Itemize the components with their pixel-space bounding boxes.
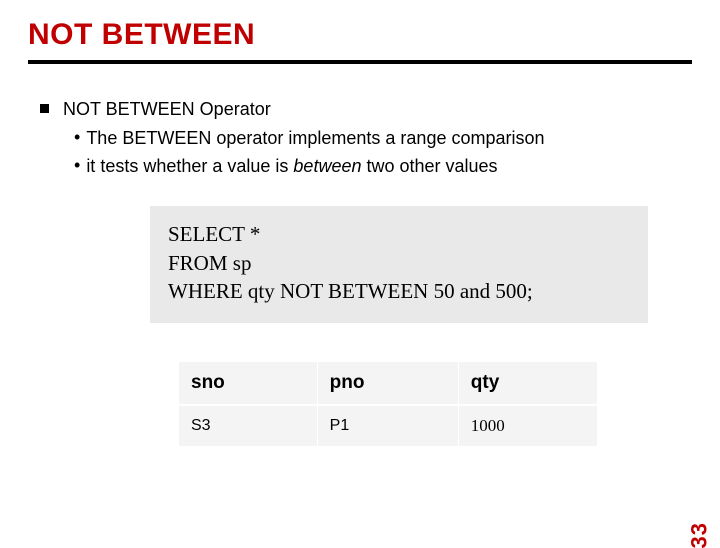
sub-bullet-text: it tests whether a value is between two …	[86, 155, 497, 178]
sub-text-prefix: it tests whether a value is	[86, 156, 293, 176]
table-header-row: sno pno qty	[179, 362, 598, 406]
dot-bullet-icon: •	[74, 127, 80, 149]
sub-bullet-list: • The BETWEEN operator implements a rang…	[74, 127, 680, 178]
cell-qty: 1000	[458, 405, 597, 447]
square-bullet-icon	[40, 104, 49, 113]
result-table: sno pno qty S3 P1 1000	[178, 361, 598, 447]
sub-text-suffix: two other values	[361, 156, 497, 176]
cell-pno: P1	[317, 405, 458, 447]
main-bullet-text: NOT BETWEEN Operator	[63, 98, 271, 121]
table-header-pno: pno	[317, 362, 458, 406]
content-area: NOT BETWEEN Operator • The BETWEEN opera…	[0, 64, 720, 447]
code-line: WHERE qty NOT BETWEEN 50 and 500;	[168, 277, 630, 305]
page-title: NOT BETWEEN	[0, 0, 720, 60]
main-bullet: NOT BETWEEN Operator	[40, 98, 680, 121]
dot-bullet-icon: •	[74, 155, 80, 177]
slide: NOT BETWEEN NOT BETWEEN Operator • The B…	[0, 0, 720, 540]
list-item: • it tests whether a value is between tw…	[74, 155, 680, 178]
table-row: S3 P1 1000	[179, 405, 598, 447]
code-line: FROM sp	[168, 249, 630, 277]
sub-bullet-text: The BETWEEN operator implements a range …	[86, 127, 544, 150]
code-line: SELECT *	[168, 220, 630, 248]
table: sno pno qty S3 P1 1000	[178, 361, 598, 447]
table-header-sno: sno	[179, 362, 318, 406]
table-header-qty: qty	[458, 362, 597, 406]
page-number: 33	[686, 522, 712, 548]
list-item: • The BETWEEN operator implements a rang…	[74, 127, 680, 150]
sub-text-italic: between	[293, 156, 361, 176]
sql-code-block: SELECT * FROM sp WHERE qty NOT BETWEEN 5…	[150, 206, 648, 323]
cell-sno: S3	[179, 405, 318, 447]
